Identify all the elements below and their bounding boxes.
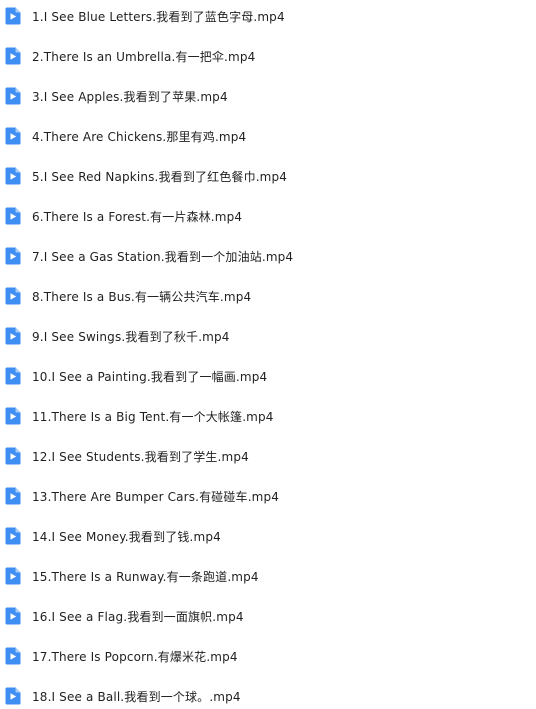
file-item[interactable]: 4.There Are Chickens.那里有鸡.mp4 <box>0 125 536 149</box>
file-name: 13.There Are Bumper Cars.有碰碰车.mp4 <box>32 490 280 504</box>
video-file-icon <box>5 687 21 705</box>
file-item[interactable]: 7.I See a Gas Station.我看到一个加油站.mp4 <box>0 245 536 269</box>
video-file-icon <box>5 447 21 465</box>
file-name: 11.There Is a Big Tent.有一个大帐篷.mp4 <box>32 410 274 424</box>
file-item[interactable]: 13.There Are Bumper Cars.有碰碰车.mp4 <box>0 485 536 509</box>
video-file-icon <box>5 167 21 185</box>
video-file-icon <box>5 367 21 385</box>
file-name: 3.I See Apples.我看到了苹果.mp4 <box>32 90 228 104</box>
file-item[interactable]: 10.I See a Painting.我看到了一幅画.mp4 <box>0 365 536 389</box>
video-file-icon <box>5 207 21 225</box>
file-item[interactable]: 15.There Is a Runway.有一条跑道.mp4 <box>0 565 536 589</box>
file-name: 7.I See a Gas Station.我看到一个加油站.mp4 <box>32 250 294 264</box>
file-name: 18.I See a Ball.我看到一个球。.mp4 <box>32 690 241 704</box>
file-name: 10.I See a Painting.我看到了一幅画.mp4 <box>32 370 268 384</box>
video-file-icon <box>5 7 21 25</box>
video-file-icon <box>5 247 21 265</box>
file-item[interactable]: 11.There Is a Big Tent.有一个大帐篷.mp4 <box>0 405 536 429</box>
file-name: 16.I See a Flag.我看到一面旗帜.mp4 <box>32 610 244 624</box>
video-file-icon <box>5 607 21 625</box>
file-list: 1.I See Blue Letters.我看到了蓝色字母.mp4 2.Ther… <box>0 0 536 707</box>
file-name: 6.There Is a Forest.有一片森林.mp4 <box>32 210 243 224</box>
file-item[interactable]: 5.I See Red Napkins.我看到了红色餐巾.mp4 <box>0 165 536 189</box>
video-file-icon <box>5 327 21 345</box>
video-file-icon <box>5 127 21 145</box>
video-file-icon <box>5 527 21 545</box>
video-file-icon <box>5 567 21 585</box>
file-item[interactable]: 17.There Is Popcorn.有爆米花.mp4 <box>0 645 536 669</box>
file-item[interactable]: 12.I See Students.我看到了学生.mp4 <box>0 445 536 469</box>
file-item[interactable]: 8.There Is a Bus.有一辆公共汽车.mp4 <box>0 285 536 309</box>
file-name: 1.I See Blue Letters.我看到了蓝色字母.mp4 <box>32 10 285 24</box>
file-name: 5.I See Red Napkins.我看到了红色餐巾.mp4 <box>32 170 288 184</box>
video-file-icon <box>5 487 21 505</box>
file-name: 2.There Is an Umbrella.有一把伞.mp4 <box>32 50 256 64</box>
video-file-icon <box>5 287 21 305</box>
file-name: 12.I See Students.我看到了学生.mp4 <box>32 450 249 464</box>
file-name: 8.There Is a Bus.有一辆公共汽车.mp4 <box>32 290 252 304</box>
file-item[interactable]: 14.I See Money.我看到了钱.mp4 <box>0 525 536 549</box>
file-item[interactable]: 1.I See Blue Letters.我看到了蓝色字母.mp4 <box>0 5 536 29</box>
video-file-icon <box>5 47 21 65</box>
video-file-icon <box>5 647 21 665</box>
file-item[interactable]: 16.I See a Flag.我看到一面旗帜.mp4 <box>0 605 536 629</box>
video-file-icon <box>5 407 21 425</box>
file-item[interactable]: 3.I See Apples.我看到了苹果.mp4 <box>0 85 536 109</box>
file-item[interactable]: 2.There Is an Umbrella.有一把伞.mp4 <box>0 45 536 69</box>
video-file-icon <box>5 87 21 105</box>
file-name: 17.There Is Popcorn.有爆米花.mp4 <box>32 650 238 664</box>
file-item[interactable]: 9.I See Swings.我看到了秋千.mp4 <box>0 325 536 349</box>
file-item[interactable]: 6.There Is a Forest.有一片森林.mp4 <box>0 205 536 229</box>
file-name: 4.There Are Chickens.那里有鸡.mp4 <box>32 130 247 144</box>
file-item[interactable]: 18.I See a Ball.我看到一个球。.mp4 <box>0 685 536 709</box>
file-name: 15.There Is a Runway.有一条跑道.mp4 <box>32 570 259 584</box>
file-name: 9.I See Swings.我看到了秋千.mp4 <box>32 330 230 344</box>
file-name: 14.I See Money.我看到了钱.mp4 <box>32 530 221 544</box>
